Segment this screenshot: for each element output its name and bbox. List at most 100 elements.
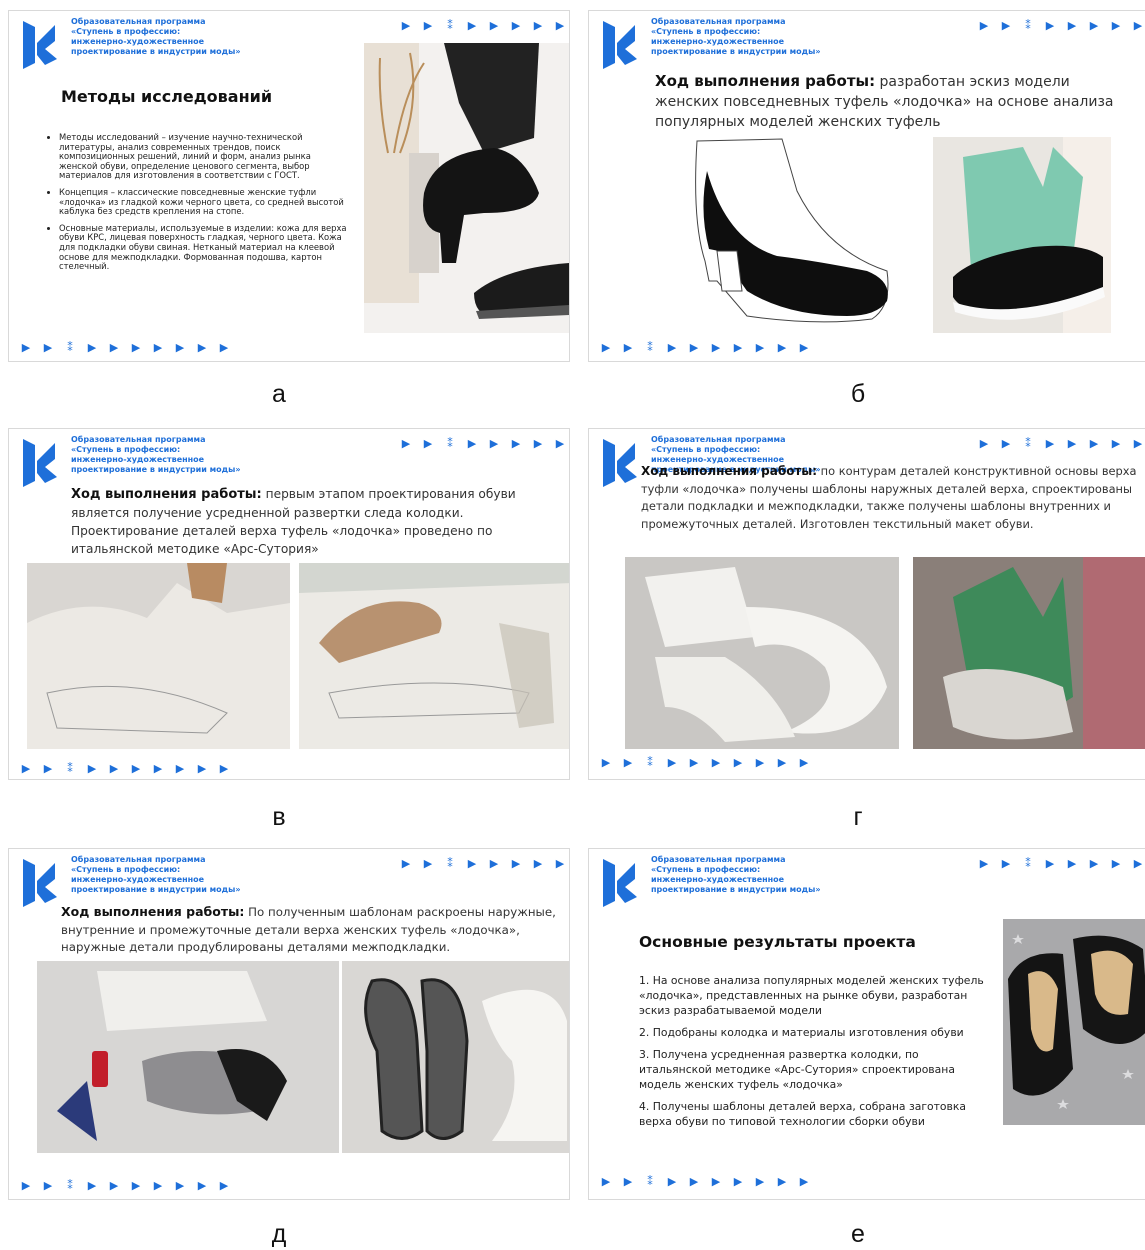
last-photo (933, 137, 1111, 333)
cut-details-photo (37, 961, 339, 1153)
template-photo (625, 557, 899, 749)
pattern-photo-1 (27, 563, 290, 749)
play-arrow-icon: ▶ (1067, 857, 1077, 870)
play-arrow-icon: ▶ (175, 762, 185, 775)
play-arrow-icon: ▶ (1089, 857, 1099, 870)
play-arrow-icon: ▶ (1133, 19, 1143, 32)
university-logo (603, 439, 637, 487)
play-arrow-icon: ▶ (555, 857, 565, 870)
program-title: Образовательная программа «Ступень в про… (651, 17, 821, 56)
play-arrow-icon: ▶ (733, 1175, 743, 1188)
slide-title: Ход выполнения работы: (655, 72, 876, 90)
caption-a: а (272, 380, 286, 408)
play-arrow-icon: ▶ (197, 341, 207, 354)
play-arrow-icon: ▶ (87, 1179, 97, 1192)
bottom-nav-arrows: ▶ ▶ ⁑ ▶ ▶ ▶ ▶ ▶ ▶ ▶ (595, 1175, 815, 1189)
caption-e: е (851, 1220, 865, 1248)
university-mark-icon: ⁑ (447, 857, 453, 870)
top-nav-arrows: ▶ ▶ ⁑ ▶ ▶ ▶ ▶ ▶ (973, 857, 1145, 871)
play-arrow-icon: ▶ (467, 19, 477, 32)
university-mark-icon: ⁑ (647, 756, 653, 769)
university-mark-icon: ⁑ (67, 1179, 73, 1192)
slide-title: Ход выполнения работы: (71, 487, 262, 502)
play-arrow-icon: ▶ (601, 341, 611, 354)
play-arrow-icon: ▶ (799, 341, 809, 354)
final-shoes-photo (1003, 919, 1145, 1125)
play-arrow-icon: ▶ (43, 762, 53, 775)
slide-title: Основные результаты проекта (639, 933, 916, 951)
slide-b: Образовательная программа «Ступень в про… (588, 10, 1145, 362)
university-logo (23, 21, 57, 69)
play-arrow-icon: ▶ (1111, 437, 1121, 450)
caption-d: д (271, 1220, 287, 1248)
play-arrow-icon: ▶ (467, 437, 477, 450)
play-arrow-icon: ▶ (511, 19, 521, 32)
textile-mockup-photo (913, 557, 1145, 749)
bottom-nav-arrows: ▶ ▶ ⁑ ▶ ▶ ▶ ▶ ▶ ▶ ▶ (595, 341, 815, 355)
play-arrow-icon: ▶ (197, 1179, 207, 1192)
slide-text: Ход выполнения работы: первым этапом про… (71, 487, 516, 556)
play-arrow-icon: ▶ (1111, 19, 1121, 32)
university-mark-icon: ⁑ (1025, 19, 1031, 32)
bottom-nav-arrows: ▶ ▶ ⁑ ▶ ▶ ▶ ▶ ▶ ▶ ▶ (15, 341, 235, 355)
play-arrow-icon: ▶ (423, 437, 433, 450)
list-item: Концепция – классические повседневные же… (59, 187, 349, 217)
play-arrow-icon: ▶ (601, 756, 611, 769)
play-arrow-icon: ▶ (87, 762, 97, 775)
university-logo (603, 21, 637, 69)
bullet-list: Методы исследований – изучение научно-те… (45, 132, 349, 279)
play-arrow-icon: ▶ (131, 762, 141, 775)
play-arrow-icon: ▶ (467, 857, 477, 870)
play-arrow-icon: ▶ (667, 341, 677, 354)
slide-text: Ход выполнения работы: По полученным шаб… (61, 904, 556, 954)
play-arrow-icon: ▶ (689, 756, 699, 769)
play-arrow-icon: ▶ (979, 19, 989, 32)
play-arrow-icon: ▶ (623, 756, 633, 769)
play-arrow-icon: ▶ (755, 341, 765, 354)
slide-a: Образовательная программа «Ступень в про… (8, 10, 570, 362)
university-mark-icon: ⁑ (647, 341, 653, 354)
university-mark-icon: ⁑ (67, 341, 73, 354)
play-arrow-icon: ▶ (623, 341, 633, 354)
caption-v: в (272, 803, 286, 831)
slide-g: Образовательная программа «Ступень в про… (588, 428, 1145, 780)
list-item: Основные материалы, используемые в издел… (59, 223, 349, 272)
slide-text: Ход выполнения работы: по контурам детал… (641, 464, 1137, 531)
play-arrow-icon: ▶ (489, 19, 499, 32)
play-arrow-icon: ▶ (43, 1179, 53, 1192)
play-arrow-icon: ▶ (219, 1179, 229, 1192)
play-arrow-icon: ▶ (533, 857, 543, 870)
program-title: Образовательная программа «Ступень в про… (71, 855, 241, 894)
play-arrow-icon: ▶ (511, 857, 521, 870)
play-arrow-icon: ▶ (21, 762, 31, 775)
play-arrow-icon: ▶ (689, 341, 699, 354)
bottom-nav-arrows: ▶ ▶ ⁑ ▶ ▶ ▶ ▶ ▶ ▶ ▶ (595, 756, 815, 770)
play-arrow-icon: ▶ (219, 341, 229, 354)
play-arrow-icon: ▶ (153, 341, 163, 354)
play-arrow-icon: ▶ (601, 1175, 611, 1188)
play-arrow-icon: ▶ (175, 1179, 185, 1192)
caption-b: б (850, 380, 866, 408)
slide-title: Методы исследований (61, 87, 273, 106)
play-arrow-icon: ▶ (1045, 437, 1055, 450)
play-arrow-icon: ▶ (1067, 19, 1077, 32)
program-title: Образовательная программа «Ступень в про… (651, 855, 821, 894)
play-arrow-icon: ▶ (799, 1175, 809, 1188)
play-arrow-icon: ▶ (131, 341, 141, 354)
list-item: Методы исследований – изучение научно-те… (59, 132, 349, 181)
program-title: Образовательная программа «Ступень в про… (71, 17, 241, 56)
play-arrow-icon: ▶ (623, 1175, 633, 1188)
play-arrow-icon: ▶ (689, 1175, 699, 1188)
caption-g: г (853, 803, 863, 831)
slide-d: Образовательная программа «Ступень в про… (8, 848, 570, 1200)
play-arrow-icon: ▶ (711, 756, 721, 769)
play-arrow-icon: ▶ (109, 762, 119, 775)
play-arrow-icon: ▶ (489, 437, 499, 450)
play-arrow-icon: ▶ (667, 756, 677, 769)
play-arrow-icon: ▶ (1001, 19, 1011, 32)
slide-e: Образовательная программа «Ступень в про… (588, 848, 1145, 1200)
play-arrow-icon: ▶ (1089, 19, 1099, 32)
play-arrow-icon: ▶ (979, 857, 989, 870)
play-arrow-icon: ▶ (21, 1179, 31, 1192)
results-list: 1. На основе анализа популярных моделей … (639, 973, 989, 1136)
